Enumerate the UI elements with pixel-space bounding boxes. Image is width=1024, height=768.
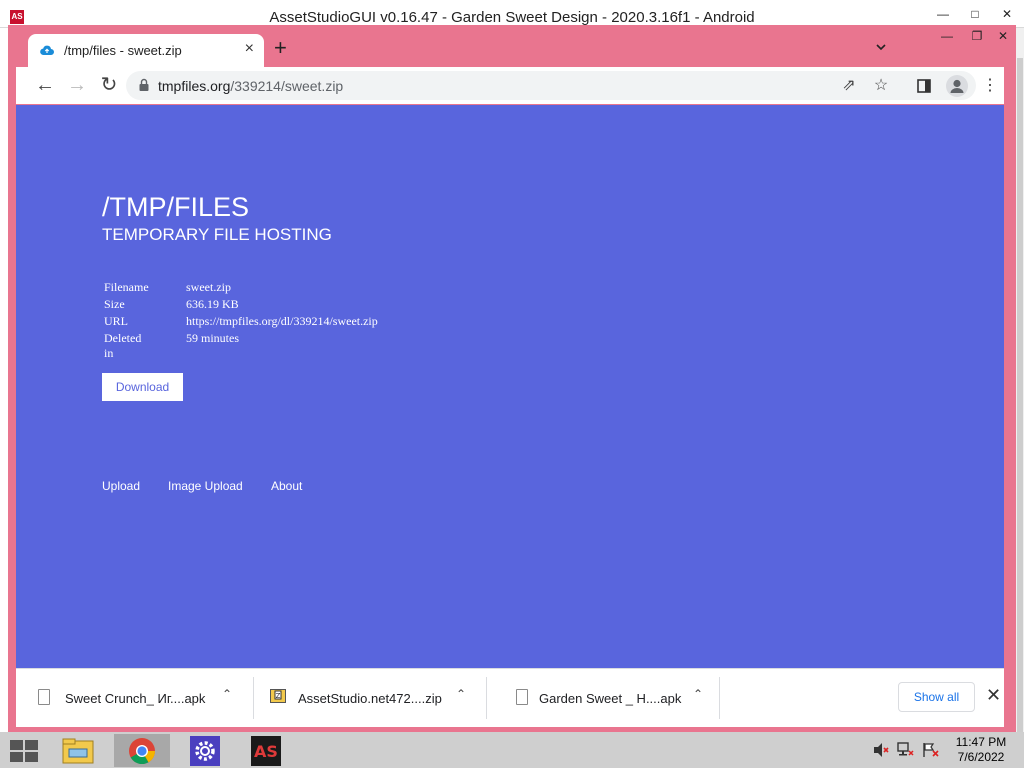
info-value: sweet.zip bbox=[186, 280, 231, 294]
divider bbox=[486, 677, 487, 719]
profile-icon[interactable] bbox=[946, 75, 968, 97]
taskbar: AS 11:47 PM 7/6/2022 bbox=[0, 732, 1024, 768]
show-all-button[interactable]: Show all bbox=[898, 682, 975, 712]
clock-date: 7/6/2022 bbox=[957, 750, 1005, 764]
page-content: /TMP/FILES TEMPORARY FILE HOSTING Filena… bbox=[16, 105, 1004, 668]
address-bar[interactable]: tmpfiles.org/339214/sweet.zip ⇗ ☆ bbox=[126, 71, 976, 100]
forward-icon[interactable]: → bbox=[64, 73, 90, 99]
file-explorer-icon[interactable] bbox=[50, 734, 106, 767]
settings-icon[interactable] bbox=[177, 734, 233, 767]
download-filename: Sweet Crunch_ Иг....apk bbox=[65, 691, 206, 706]
info-value-url[interactable]: https://tmpfiles.org/dl/339214/sweet.zip bbox=[186, 314, 378, 329]
outer-scrollbar[interactable] bbox=[1016, 28, 1024, 748]
chevron-up-icon[interactable]: ⌃ bbox=[222, 687, 232, 701]
side-panel-icon[interactable] bbox=[912, 74, 936, 98]
address-url: tmpfiles.org/339214/sweet.zip bbox=[158, 78, 343, 94]
lock-icon[interactable] bbox=[138, 78, 150, 92]
browser-tab[interactable]: /tmp/files - sweet.zip × bbox=[28, 34, 264, 67]
outer-minimize-button[interactable]: — bbox=[928, 6, 958, 22]
scrollbar-thumb[interactable] bbox=[1017, 58, 1023, 748]
volume-muted-icon[interactable] bbox=[872, 742, 890, 758]
info-value: 59 minutes bbox=[186, 331, 239, 345]
download-item[interactable]: Sweet Crunch_ Иг....apk ⌃ bbox=[16, 669, 252, 728]
zip-file-icon: Z bbox=[270, 689, 286, 703]
download-item[interactable]: Z AssetStudio.net472....zip ⌃ bbox=[266, 669, 486, 728]
site-subtitle: TEMPORARY FILE HOSTING bbox=[102, 225, 332, 244]
chrome-close-button[interactable]: ✕ bbox=[988, 27, 1018, 45]
divider bbox=[719, 677, 720, 719]
outer-window-titlebar: AS AssetStudioGUI v0.16.47 - Garden Swee… bbox=[0, 0, 1024, 28]
tab-title: /tmp/files - sweet.zip bbox=[64, 43, 182, 58]
outer-window-title: AssetStudioGUI v0.16.47 - Garden Sweet D… bbox=[269, 9, 755, 26]
reload-icon[interactable]: ↻ bbox=[96, 73, 122, 99]
divider bbox=[253, 677, 254, 719]
info-key: Filename bbox=[104, 280, 149, 294]
file-icon bbox=[516, 689, 528, 705]
site-title: /TMP/FILES bbox=[102, 192, 250, 222]
info-key: Deleted in bbox=[104, 331, 142, 360]
share-icon[interactable]: ⇗ bbox=[838, 75, 860, 97]
menu-icon[interactable]: ⋮ bbox=[978, 74, 1002, 98]
new-tab-button[interactable]: + bbox=[274, 37, 287, 59]
chrome-icon[interactable] bbox=[114, 734, 170, 767]
svg-text:Z: Z bbox=[276, 692, 281, 700]
download-filename: Garden Sweet _ H....apk bbox=[539, 691, 682, 706]
chevron-up-icon[interactable]: ⌃ bbox=[456, 687, 466, 701]
flag-icon[interactable] bbox=[922, 742, 940, 758]
close-icon[interactable]: ✕ bbox=[986, 685, 1001, 706]
chevron-down-icon[interactable] bbox=[874, 40, 888, 54]
download-item[interactable]: Garden Sweet _ H....apk ⌃ bbox=[494, 669, 719, 728]
outer-maximize-button[interactable]: □ bbox=[960, 6, 990, 22]
chrome-minimize-button[interactable]: — bbox=[932, 27, 962, 45]
info-value: 636.19 KB bbox=[186, 297, 239, 311]
network-icon[interactable] bbox=[897, 742, 915, 758]
assetstudio-icon[interactable]: AS bbox=[238, 734, 294, 767]
windows-start-icon[interactable] bbox=[10, 740, 38, 762]
system-clock[interactable]: 11:47 PM 7/6/2022 bbox=[950, 735, 1012, 765]
info-key: URL bbox=[104, 314, 128, 328]
download-button[interactable]: Download bbox=[102, 373, 183, 401]
back-icon[interactable]: ← bbox=[32, 73, 58, 99]
url-path: /339214/sweet.zip bbox=[230, 78, 344, 94]
chrome-window: — ❐ ✕ /tmp/files - sweet.zip × + ← → ↻ t… bbox=[8, 25, 1016, 732]
clock-time: 11:47 PM bbox=[955, 735, 1007, 749]
outer-close-button[interactable]: ✕ bbox=[992, 6, 1022, 22]
info-key: Size bbox=[104, 297, 125, 311]
browser-toolbar: ← → ↻ tmpfiles.org/339214/sweet.zip ⇗ ☆ … bbox=[16, 67, 1004, 104]
tab-close-icon[interactable]: × bbox=[245, 40, 254, 58]
download-filename: AssetStudio.net472....zip bbox=[298, 691, 442, 706]
assetstudio-label: AS bbox=[254, 742, 278, 761]
image-upload-link[interactable]: Image Upload bbox=[168, 479, 243, 493]
chevron-up-icon[interactable]: ⌃ bbox=[693, 687, 703, 701]
upload-link[interactable]: Upload bbox=[102, 479, 140, 493]
file-icon bbox=[38, 689, 50, 705]
cloud-upload-icon bbox=[40, 45, 54, 56]
star-icon[interactable]: ☆ bbox=[870, 75, 892, 97]
about-link[interactable]: About bbox=[271, 479, 302, 493]
url-host: tmpfiles.org bbox=[158, 78, 231, 94]
download-shelf: Sweet Crunch_ Иг....apk ⌃ Z AssetStudio.… bbox=[16, 668, 1004, 727]
